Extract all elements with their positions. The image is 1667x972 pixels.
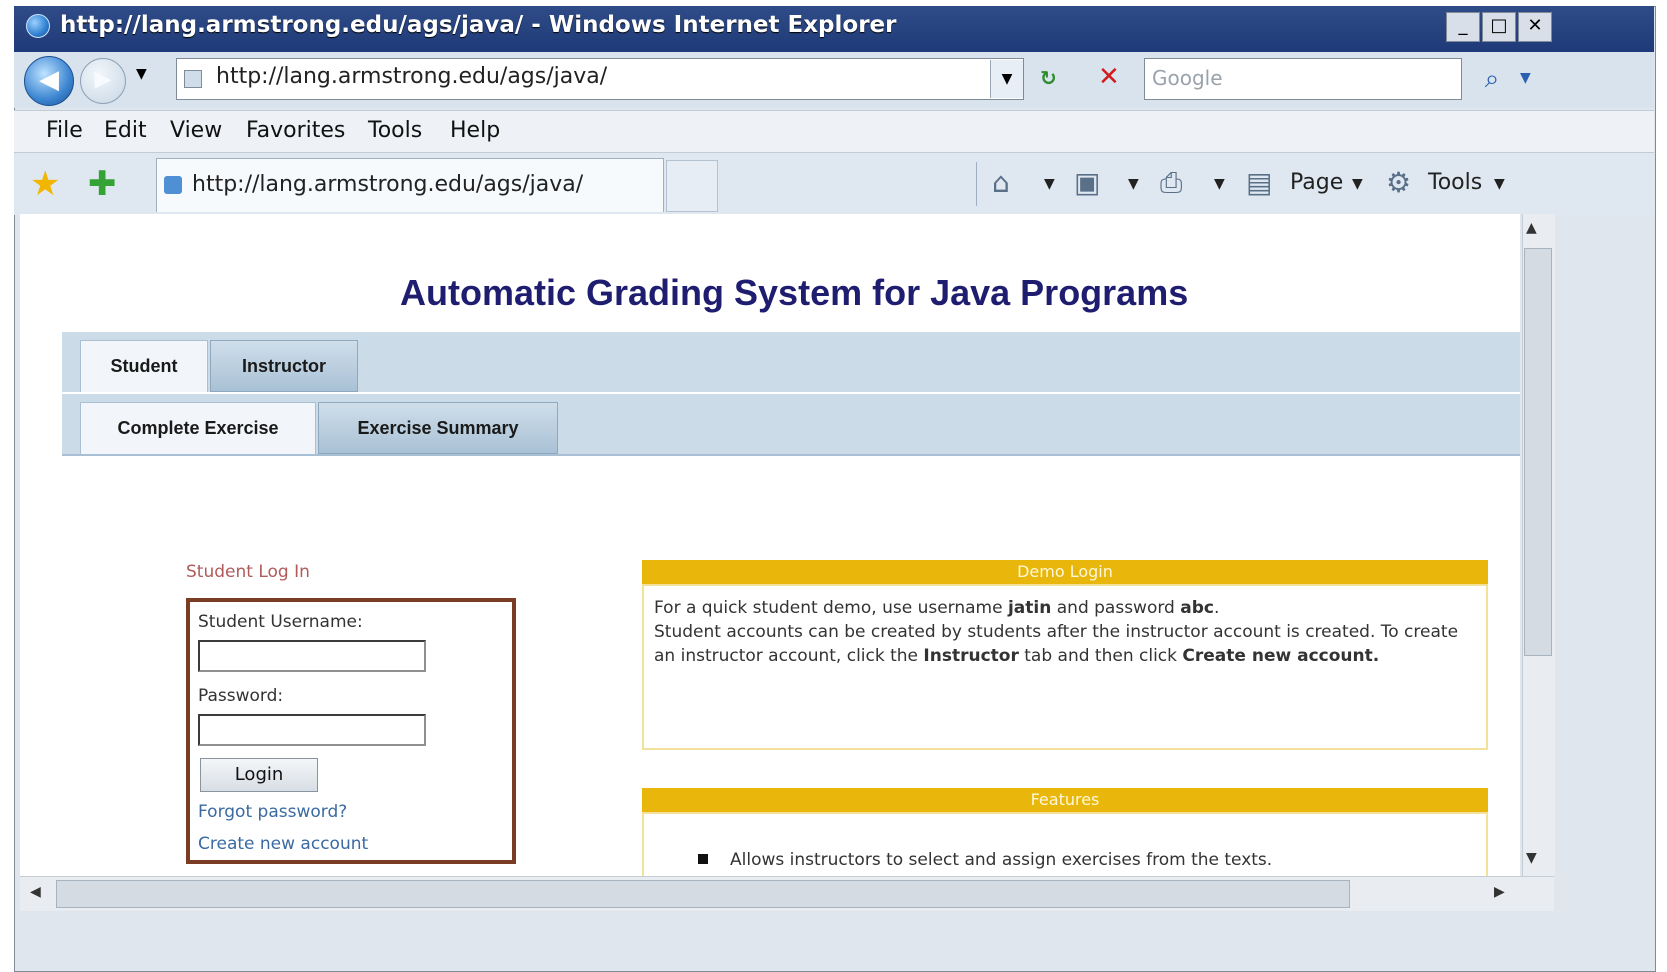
menu-favorites[interactable]: Favorites: [246, 118, 345, 143]
demo-username: jatin: [1007, 598, 1052, 618]
tab-student-label: Student: [110, 356, 178, 376]
feeds-icon[interactable]: ▣: [1074, 166, 1100, 199]
command-bar-divider: [976, 162, 977, 206]
home-icon[interactable]: ⌂: [992, 166, 1010, 199]
demo-login-text: For a quick student demo, use username j…: [654, 596, 1480, 668]
username-label: Student Username:: [198, 612, 363, 632]
scroll-up-icon[interactable]: ▲: [1526, 220, 1537, 236]
page-menu-button[interactable]: Page: [1290, 170, 1343, 195]
scroll-left-icon[interactable]: ◀: [30, 884, 41, 900]
tab-instructor[interactable]: Instructor: [210, 340, 358, 392]
tab-student[interactable]: Student: [80, 340, 208, 392]
create-account-link[interactable]: Create new account: [198, 834, 368, 854]
search-placeholder: Google: [1152, 66, 1223, 90]
scroll-right-icon[interactable]: ▶: [1494, 884, 1505, 900]
add-favorite-icon[interactable]: ✚: [88, 164, 117, 204]
page-title: Automatic Grading System for Java Progra…: [400, 272, 1189, 313]
print-dropdown-icon[interactable]: ▼: [1214, 176, 1225, 192]
forward-button[interactable]: ▶: [80, 58, 126, 104]
tab-page-icon: [164, 176, 182, 194]
maximize-button[interactable]: □: [1482, 12, 1516, 42]
tab-instructor-label: Instructor: [241, 355, 326, 376]
horizontal-scroll-thumb[interactable]: [56, 880, 1350, 908]
page-menu-icon[interactable]: ▤: [1246, 166, 1272, 199]
demo-line1-prefix: For a quick student demo, use username: [654, 598, 1008, 618]
back-button[interactable]: ◀: [24, 56, 74, 106]
back-arrow-icon: ◀: [39, 65, 59, 95]
menu-edit[interactable]: Edit: [104, 118, 147, 143]
minimize-button[interactable]: _: [1446, 12, 1480, 42]
favorites-star-icon[interactable]: ★: [30, 164, 60, 204]
login-button[interactable]: Login: [200, 758, 318, 792]
demo-line2-mid: tab and then click: [1018, 646, 1183, 666]
refresh-icon[interactable]: ↻: [1040, 66, 1057, 90]
tools-menu-button[interactable]: Tools: [1428, 170, 1482, 195]
menu-file[interactable]: File: [46, 118, 83, 143]
page-dropdown-icon[interactable]: ▼: [1352, 176, 1363, 192]
tab-complete-exercise[interactable]: Complete Exercise: [80, 402, 316, 454]
features-header: Features: [642, 788, 1488, 812]
menu-tools[interactable]: Tools: [368, 118, 422, 143]
menu-view[interactable]: View: [170, 118, 222, 143]
menu-help[interactable]: Help: [450, 118, 500, 143]
tools-menu-icon[interactable]: ⚙: [1386, 166, 1411, 199]
scroll-down-icon[interactable]: ▼: [1526, 850, 1537, 866]
forgot-password-link[interactable]: Forgot password?: [198, 802, 347, 822]
demo-instructor: Instructor: [923, 646, 1019, 666]
forward-arrow-icon: ▶: [94, 67, 112, 92]
search-options-dropdown-icon[interactable]: ▼: [1520, 70, 1531, 86]
ie-logo-icon: [26, 14, 50, 38]
feature-item: Allows instructors to select and assign …: [730, 850, 1273, 870]
demo-password: abc: [1180, 598, 1214, 618]
tab-complete-exercise-label: Complete Exercise: [117, 418, 279, 438]
demo-line1-mid: and password: [1051, 598, 1181, 618]
vertical-scroll-thumb[interactable]: [1524, 248, 1552, 656]
demo-create-account: Create new account.: [1182, 646, 1380, 666]
tab-title: http://lang.armstrong.edu/ags/java/: [192, 172, 584, 197]
close-button[interactable]: ✕: [1518, 12, 1552, 42]
tab-exercise-summary-label: Exercise Summary: [357, 417, 519, 438]
new-tab-button[interactable]: [666, 160, 718, 212]
history-dropdown-icon[interactable]: ▼: [136, 66, 147, 82]
home-dropdown-icon[interactable]: ▼: [1044, 176, 1055, 192]
address-input[interactable]: http://lang.armstrong.edu/ags/java/: [216, 64, 607, 89]
login-heading: Student Log In: [186, 562, 310, 582]
feeds-dropdown-icon[interactable]: ▼: [1128, 176, 1139, 192]
search-icon[interactable]: ⌕: [1474, 62, 1510, 98]
demo-login-header: Demo Login: [642, 560, 1488, 584]
address-dropdown-button[interactable]: ▼: [990, 60, 1023, 98]
stop-icon[interactable]: ✕: [1098, 62, 1120, 92]
demo-line1-end: .: [1213, 598, 1220, 618]
tab-exercise-summary[interactable]: Exercise Summary: [318, 402, 558, 454]
username-input[interactable]: [198, 640, 426, 672]
window-title: http://lang.armstrong.edu/ags/java/ - Wi…: [60, 12, 897, 38]
page-icon: [184, 70, 202, 88]
print-icon[interactable]: ⎙: [1160, 166, 1182, 200]
feature-bullet: [698, 854, 708, 864]
tools-dropdown-icon[interactable]: ▼: [1494, 176, 1505, 192]
password-input[interactable]: [198, 714, 426, 746]
password-label: Password:: [198, 686, 284, 706]
